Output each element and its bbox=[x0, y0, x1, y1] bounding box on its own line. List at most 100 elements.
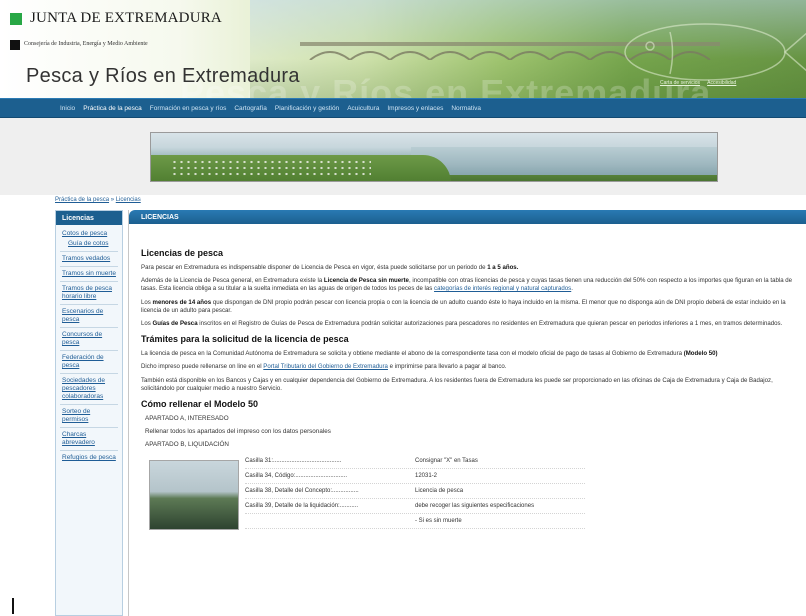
link-portal-tributario[interactable]: Portal Tributario del Gobierno de Extrem… bbox=[263, 363, 388, 370]
text: e imprimirse para llevarlo a pagar al ba… bbox=[387, 363, 507, 371]
modelo-50-box: Casilla 31:.............................… bbox=[141, 454, 794, 534]
casilla-row: Casilla 31:.............................… bbox=[245, 454, 585, 470]
main-content: LICENCIAS Licencias de pesca Para pescar… bbox=[128, 210, 806, 616]
top-link-carta[interactable]: Carta de servicios bbox=[660, 80, 700, 86]
text: Además de la Licencia de Pesca general, … bbox=[141, 277, 324, 285]
sidebar-item-refugios[interactable]: Refugios de pesca bbox=[56, 453, 122, 463]
main-nav: Inicio Práctica de la pesca Formación en… bbox=[0, 98, 806, 118]
casilla-value: debe recoger las siguientes especificaci… bbox=[415, 503, 535, 510]
nav-item-planificacion[interactable]: Planificación y gestión bbox=[275, 105, 339, 112]
casilla-row: Casilla 34, Código:.....................… bbox=[245, 469, 585, 485]
text-bold: menores de 14 años bbox=[152, 298, 212, 306]
paragraph-sin-muerte: Además de la Licencia de Pesca general, … bbox=[141, 277, 794, 293]
paragraph-licencia-periodo: Para pescar en Extremadura es indispensa… bbox=[141, 264, 794, 272]
sidebar-divider bbox=[60, 266, 118, 267]
content-section-title: LICENCIAS bbox=[129, 210, 806, 224]
breadcrumb-parent[interactable]: Práctica de la pesca bbox=[55, 197, 109, 203]
sidebar-item-guia-cotos[interactable]: Guía de cotos bbox=[56, 239, 122, 249]
sidebar-divider bbox=[60, 404, 118, 405]
sidebar-divider bbox=[60, 304, 118, 305]
sidebar-divider bbox=[60, 281, 118, 282]
text-bold: 1 a 5 años. bbox=[487, 264, 519, 271]
text: Para pescar en Extremadura es indispensa… bbox=[141, 264, 488, 271]
nav-item-acuicultura[interactable]: Acuicultura bbox=[347, 105, 379, 112]
casilla-row: - Si es sin muerte bbox=[245, 514, 585, 530]
text-cursor bbox=[12, 598, 14, 614]
casilla-row: Casilla 38, Detalle del Concepto:.......… bbox=[245, 484, 585, 500]
sidebar-divider bbox=[60, 373, 118, 374]
sidebar-item-cotos[interactable]: Cotos de pesca bbox=[56, 229, 122, 239]
nav-item-practica[interactable]: Práctica de la pesca bbox=[83, 105, 142, 112]
breadcrumb: Práctica de la pesca » Licencias bbox=[55, 197, 141, 203]
top-links: Carta de servicios Accesibilidad bbox=[660, 80, 742, 86]
fishing-photo bbox=[149, 460, 239, 531]
sidebar: Licencias Cotos de pesca Guía de cotos T… bbox=[55, 210, 123, 616]
heading-modelo: Cómo rellenar el Modelo 50 bbox=[141, 399, 259, 410]
paragraph-guias: Los Guías de Pesca inscritos en el Regis… bbox=[141, 320, 794, 328]
casilla-value: Licencia de pesca bbox=[415, 488, 464, 495]
content-body: Licencias de pesca Para pescar en Extrem… bbox=[129, 224, 806, 534]
site-title[interactable]: Pesca y Ríos en Extremadura bbox=[26, 65, 300, 88]
sidebar-item-charcas[interactable]: Charcas abrevadero bbox=[56, 430, 122, 448]
river-banner-image bbox=[150, 132, 718, 182]
sidebar-divider bbox=[60, 350, 118, 351]
apartado-a-title: APARTADO A, INTERESADO bbox=[145, 415, 229, 423]
nav-item-normativa[interactable]: Normativa bbox=[451, 105, 481, 112]
text: Dicho impreso puede rellenarse on line e… bbox=[141, 363, 264, 371]
consejeria-name: Consejería de Industria, Energía y Medio… bbox=[24, 41, 148, 47]
casilla-row: Casilla 39, Detalle de la liquidación:..… bbox=[245, 499, 585, 515]
text: Los bbox=[141, 298, 153, 306]
link-categorias-interes[interactable]: categorías de interés regional y natural… bbox=[434, 285, 571, 292]
main-nav-list: Inicio Práctica de la pesca Formación en… bbox=[60, 105, 489, 112]
breadcrumb-current[interactable]: Licencias bbox=[116, 197, 141, 203]
paragraph-bancos: También está disponible en los Bancos y … bbox=[141, 376, 773, 392]
text: La licencia de pesca en la Comunidad Aut… bbox=[141, 350, 684, 358]
text-bold: (Modelo 50) bbox=[683, 350, 718, 358]
sidebar-divider bbox=[60, 427, 118, 428]
casilla-label: Casilla 31:.............................… bbox=[245, 458, 342, 465]
breadcrumb-separator: » bbox=[110, 197, 115, 203]
casilla-label: Casilla 38, Detalle del Concepto:.......… bbox=[245, 488, 359, 495]
consejeria-logo-square bbox=[10, 40, 20, 50]
nav-item-impresos[interactable]: Impresos y enlaces bbox=[387, 105, 443, 112]
banner-water bbox=[411, 147, 717, 175]
apartado-b-title: APARTADO B, LIQUIDACIÓN bbox=[145, 441, 229, 449]
casillas-list: Casilla 31:.............................… bbox=[245, 454, 585, 530]
nav-item-formacion[interactable]: Formación en pesca y ríos bbox=[150, 105, 227, 112]
casilla-label: Casilla 39, Detalle de la liquidación:..… bbox=[245, 503, 359, 510]
apartado-a-text: Rellenar todos los apartados del impreso… bbox=[145, 428, 331, 436]
site-header: JUNTA DE EXTREMADURA Consejería de Indus… bbox=[0, 0, 806, 98]
sidebar-title[interactable]: Licencias bbox=[56, 211, 122, 225]
text: Los bbox=[141, 320, 153, 328]
org-name[interactable]: JUNTA DE EXTREMADURA bbox=[30, 10, 222, 27]
paragraph-online: Dicho impreso puede rellenarse on line e… bbox=[141, 363, 794, 371]
sidebar-divider bbox=[60, 450, 118, 451]
sidebar-divider bbox=[60, 327, 118, 328]
text: inscritos en el Registro de Guías de Pes… bbox=[197, 320, 783, 328]
casilla-value: Consignar "X" en Tasas bbox=[415, 458, 478, 465]
text-bold: Guías de Pesca bbox=[152, 320, 198, 328]
nav-item-inicio[interactable]: Inicio bbox=[60, 105, 75, 112]
top-link-accesibilidad[interactable]: Accesibilidad bbox=[707, 80, 736, 86]
banner-area bbox=[0, 118, 806, 195]
casilla-label: Casilla 34, Código:.....................… bbox=[245, 473, 348, 480]
sidebar-item-sorteo[interactable]: Sorteo de permisos bbox=[56, 407, 122, 425]
sidebar-item-concursos[interactable]: Concursos de pesca bbox=[56, 330, 122, 348]
sidebar-item-federacion[interactable]: Federación de pesca bbox=[56, 353, 122, 371]
heading-tramites: Trámites para la solicitud de la licenci… bbox=[141, 334, 349, 345]
heading-licencias: Licencias de pesca bbox=[141, 248, 224, 258]
sidebar-divider bbox=[60, 251, 118, 252]
banner-flowers bbox=[171, 159, 371, 179]
text: que dispongan de DNI propio podrán pesca… bbox=[141, 298, 786, 314]
junta-logo-square bbox=[10, 13, 22, 25]
paragraph-modelo-50: La licencia de pesca en la Comunidad Aut… bbox=[141, 350, 794, 358]
sidebar-item-tramos-vedados[interactable]: Tramos vedados bbox=[56, 254, 122, 264]
text: . bbox=[571, 285, 573, 293]
casilla-value: 12031-2 bbox=[415, 473, 438, 480]
sidebar-item-tramos-sin-muerte[interactable]: Tramos sin muerte bbox=[56, 269, 122, 279]
sidebar-item-sociedades[interactable]: Sociedades de pescadores colaboradoras bbox=[56, 376, 122, 402]
paragraph-menores: Los menores de 14 años que dispongan de … bbox=[141, 299, 794, 315]
nav-item-cartografia[interactable]: Cartografía bbox=[234, 105, 267, 112]
sidebar-item-tramos-horario-libre[interactable]: Tramos de pesca horario libre bbox=[56, 284, 122, 302]
sidebar-item-escenarios[interactable]: Escenarios de pesca bbox=[56, 307, 122, 325]
